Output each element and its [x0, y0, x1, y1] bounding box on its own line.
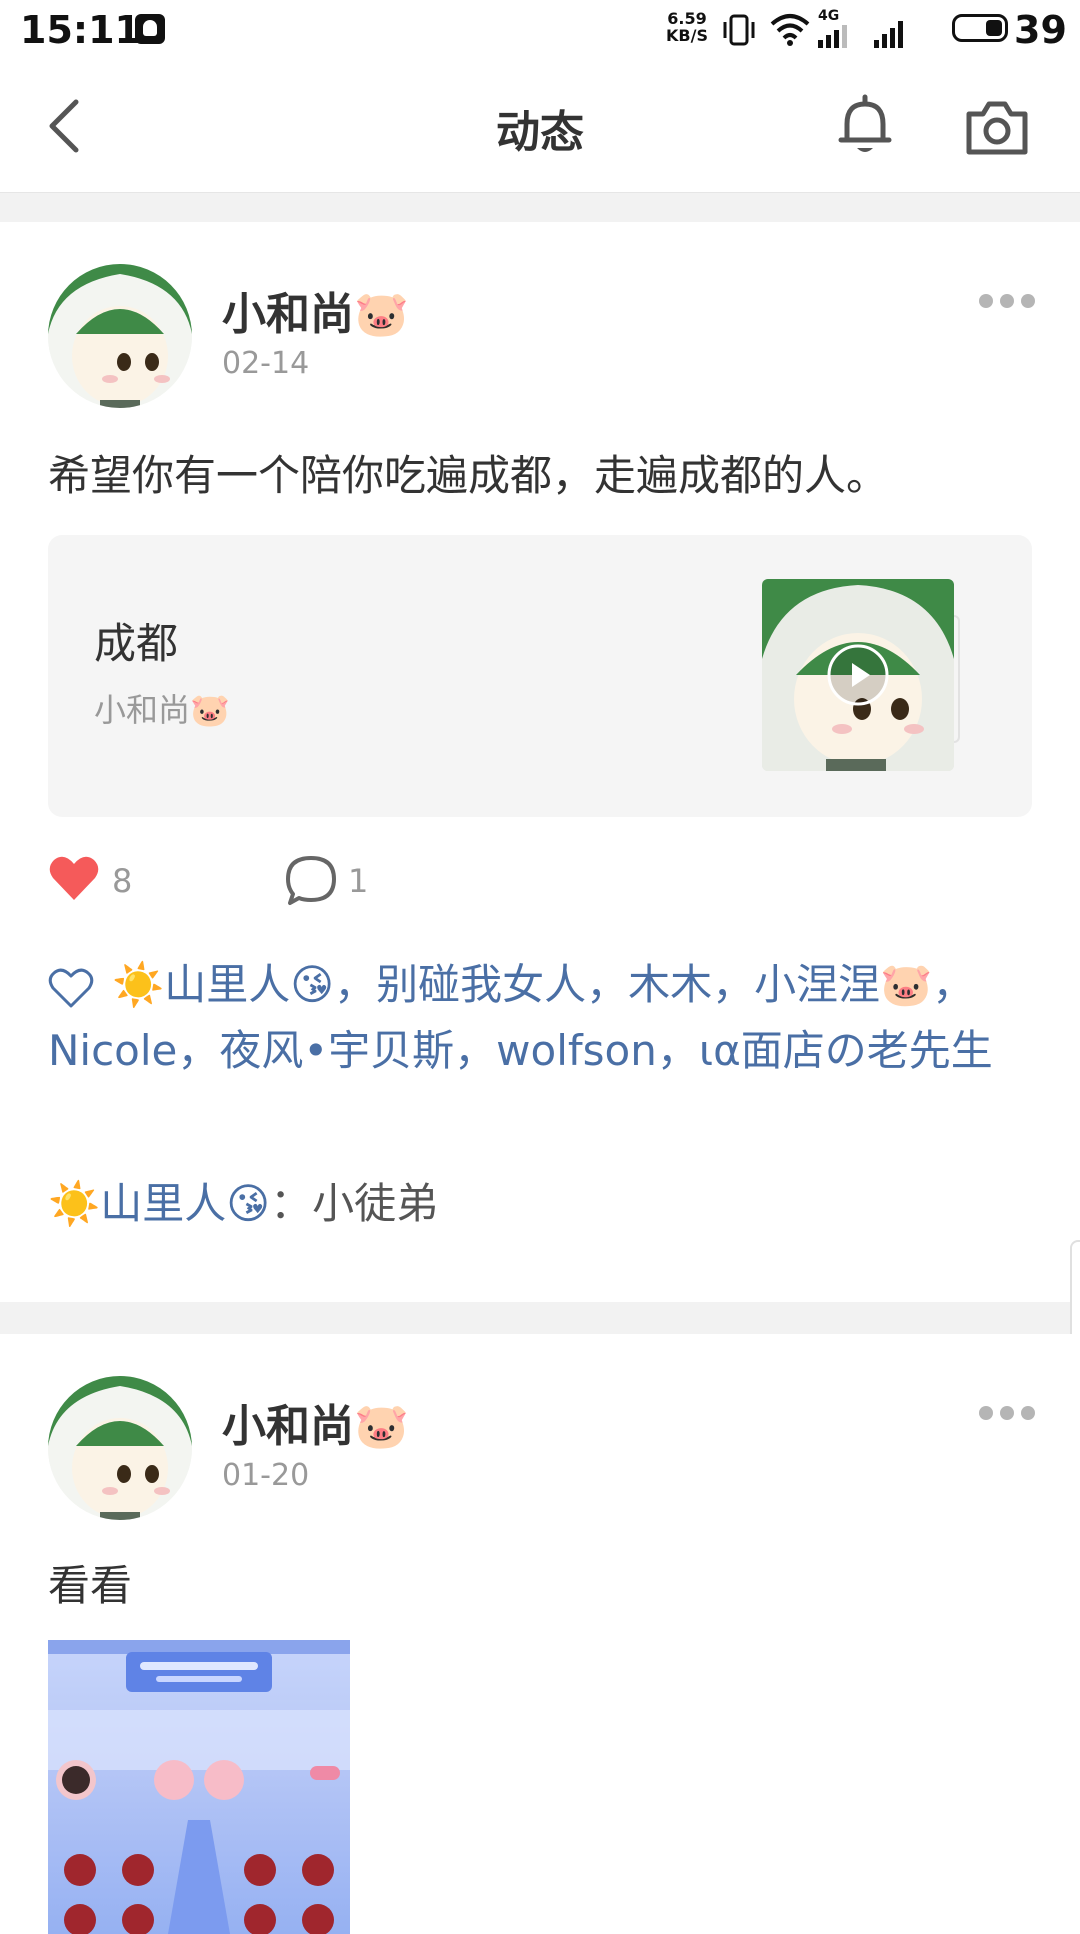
nav-bar: 动态: [0, 60, 1080, 193]
camera-icon[interactable]: [965, 98, 1029, 156]
shared-author: 小和尚🐷: [94, 691, 230, 729]
wifi-icon: [770, 14, 810, 46]
avatar[interactable]: [48, 264, 192, 408]
post-text: 希望你有一个陪你吃遍成都，走遍成都的人。: [48, 451, 889, 500]
avatar-image: [48, 264, 192, 408]
heart-filled-icon: [49, 856, 99, 900]
likers-names[interactable]: ☀️山里人😘，别碰我女人，木木，小涅涅🐷，Nicole，夜风•宇贝斯，wolfs…: [48, 960, 993, 1075]
post-username[interactable]: 小和尚🐷: [222, 1390, 409, 1454]
network-speed-unit: KB/S: [666, 26, 708, 45]
like-count: 8: [112, 862, 133, 900]
more-icon[interactable]: [979, 294, 1035, 310]
battery-level: 39: [1014, 8, 1067, 52]
comment-button[interactable]: 1: [284, 854, 384, 906]
signal-icon-1: [818, 25, 847, 48]
vibrate-icon: [723, 14, 755, 46]
heart-outline-icon: [48, 968, 94, 1007]
shared-title: 成都: [94, 619, 179, 668]
post-card[interactable]: 小和尚🐷 02-14 希望你有一个陪你吃遍成都，走遍成都的人。 成都 小和尚🐷: [0, 222, 1080, 1302]
post-date: 01-20: [222, 1458, 310, 1493]
comment-text: 小徒弟: [312, 1179, 439, 1228]
post-text: 看看: [48, 1561, 133, 1610]
signal-icon-2: [874, 21, 903, 48]
comment-separator: ：: [270, 1179, 313, 1228]
comment-icon: [286, 856, 336, 905]
network-speed-value: 6.59: [667, 9, 707, 28]
network-speed: 6.59 KB/S: [662, 10, 712, 44]
comment-row[interactable]: ☀️山里人😘：小徒弟: [48, 1170, 438, 1231]
status-time: 15:11: [20, 8, 141, 52]
page-title: 动态: [496, 107, 584, 158]
comment-author[interactable]: ☀️山里人😘: [48, 1179, 270, 1228]
like-button[interactable]: 8: [48, 854, 148, 906]
post-username[interactable]: 小和尚🐷: [222, 278, 409, 342]
avatar-image: [48, 1376, 192, 1520]
post-image[interactable]: [48, 1640, 350, 1934]
status-bar: 15:11 6.59 KB/S 4G 39: [0, 0, 1080, 60]
notification-icon: [135, 14, 165, 44]
post-card[interactable]: 小和尚🐷 01-20 看看: [0, 1334, 1080, 1934]
bell-icon[interactable]: [835, 94, 895, 158]
post-date: 02-14: [222, 346, 310, 381]
comment-count: 1: [348, 862, 369, 900]
video-thumbnail[interactable]: [762, 579, 954, 771]
play-icon[interactable]: [826, 643, 890, 707]
post-image-content: [48, 1640, 350, 1934]
likers-list[interactable]: ☀️山里人😘，别碰我女人，木木，小涅涅🐷，Nicole，夜风•宇贝斯，wolfs…: [48, 952, 1038, 1084]
shared-content-card[interactable]: 成都 小和尚🐷: [48, 535, 1032, 817]
avatar[interactable]: [48, 1376, 192, 1520]
battery-icon: [952, 14, 1008, 42]
more-icon[interactable]: [979, 1406, 1035, 1422]
